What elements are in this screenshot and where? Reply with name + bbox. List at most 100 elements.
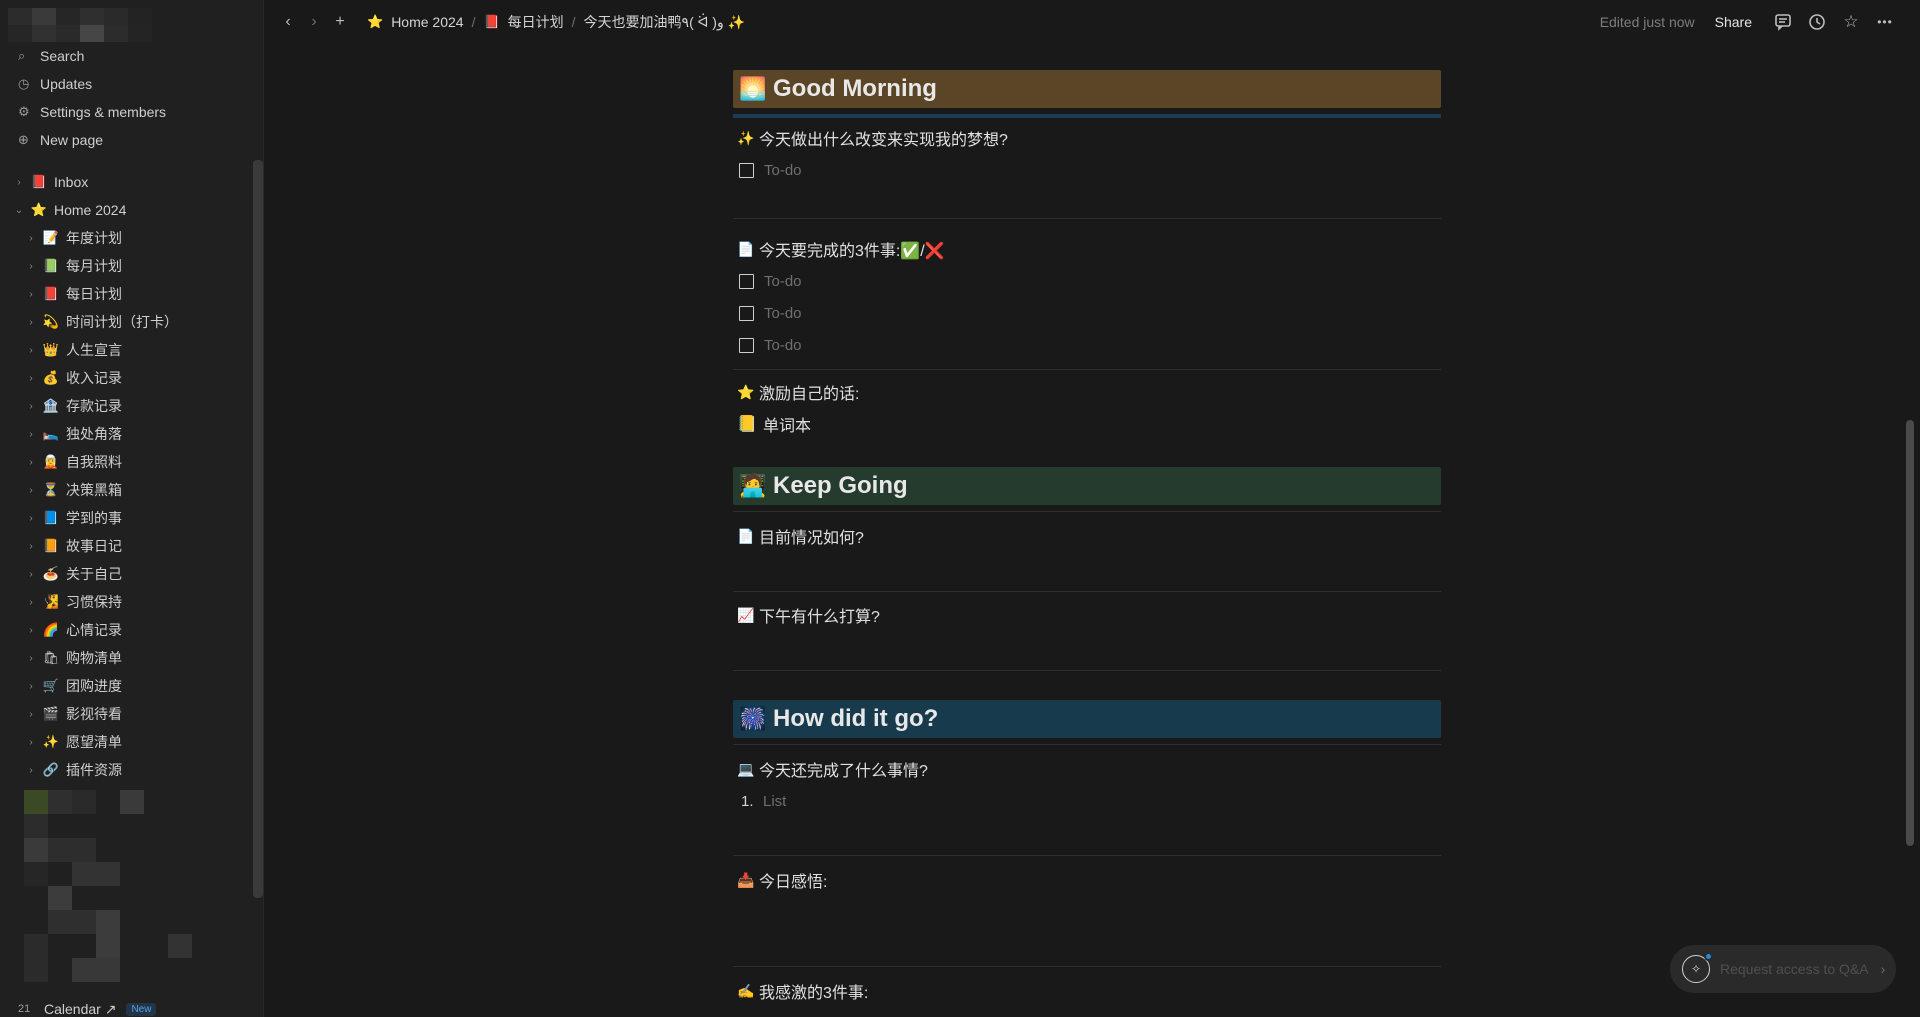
chevron-right-icon[interactable]: › <box>22 709 40 720</box>
technologist-icon: 🧑‍💻 <box>739 473 767 498</box>
clock-icon: ◷ <box>18 76 30 91</box>
checkbox[interactable] <box>739 162 754 178</box>
star-icon: ⭐ <box>30 202 48 217</box>
sidebar-subpage-item[interactable]: › 💫 时间计划（打卡） <box>8 309 248 335</box>
page-link-wordbook[interactable]: 📒 单词本 <box>737 411 811 437</box>
plus-circle-icon: ⊕ <box>18 132 29 147</box>
sidebar-new-page[interactable]: ⊕ New page <box>8 127 248 153</box>
sidebar-subpage-item[interactable]: › 📘 学到的事 <box>8 505 248 531</box>
breadcrumb-current-page[interactable]: 今天也要加油鸭٩( ᐛ )و ✨ <box>578 10 752 34</box>
chevron-right-icon[interactable]: › <box>22 485 40 496</box>
chevron-right-icon[interactable]: › <box>22 457 40 468</box>
qa-request-button[interactable]: ✧ Request access to Q&A › <box>1670 945 1896 993</box>
sidebar-calendar[interactable]: 21 Calendar ↗ New <box>8 997 248 1017</box>
chevron-right-icon[interactable]: › <box>22 597 40 608</box>
page-emoji-icon: 🌈 <box>42 622 60 637</box>
sidebar-item-inbox[interactable]: › 📕 Inbox <box>8 169 248 195</box>
sidebar-subpage-item[interactable]: › 🛍 购物清单 <box>8 645 248 671</box>
breadcrumb: ⭐ Home 2024 / 📕 每日计划 / 今天也要加油鸭٩( ᐛ )و ✨ <box>361 10 751 34</box>
chevron-right-icon[interactable]: › <box>22 373 40 384</box>
chevron-right-icon[interactable]: › <box>22 317 40 328</box>
sidebar-subpage-item[interactable]: › 🛌 独处角落 <box>8 421 248 447</box>
sidebar-subpage-item[interactable]: › 🔗 插件资源 <box>8 757 248 783</box>
sidebar-item-label: 故事日记 <box>66 538 122 554</box>
sidebar-subpage-item[interactable]: › 📙 故事日记 <box>8 533 248 559</box>
chevron-right-icon[interactable]: › <box>22 681 40 692</box>
chevron-right-icon[interactable]: › <box>22 569 40 580</box>
page-emoji-icon: 📝 <box>42 230 60 245</box>
chevron-right-icon[interactable]: › <box>22 429 40 440</box>
chevron-right-icon[interactable]: › <box>22 401 40 412</box>
sidebar-subpage-item[interactable]: › 💰 收入记录 <box>8 365 248 391</box>
chevron-right-icon[interactable]: › <box>10 177 28 188</box>
chevron-right-icon[interactable]: › <box>22 513 40 524</box>
sidebar-item-label: 每日计划 <box>66 286 122 302</box>
checkbox[interactable] <box>739 337 754 353</box>
numbered-list-item[interactable]: 1. List <box>741 789 786 813</box>
checkbox[interactable] <box>739 305 754 321</box>
sidebar-item-home-2024[interactable]: ⌄ ⭐ Home 2024 <box>8 197 248 223</box>
sidebar-subpage-item[interactable]: › 🍝 关于自己 <box>8 561 248 587</box>
sidebar-settings[interactable]: ⚙ Settings & members <box>8 99 248 125</box>
sidebar-item-label: 收入记录 <box>66 370 122 386</box>
history-icon[interactable] <box>1800 8 1834 36</box>
sidebar-subpage-item[interactable]: › ✨ 愿望清单 <box>8 729 248 755</box>
sidebar-scrollbar[interactable] <box>253 160 263 898</box>
fireworks-icon: 🎆 <box>739 706 767 731</box>
divider <box>733 114 1441 118</box>
sidebar-updates[interactable]: ◷ Updates <box>8 71 248 97</box>
question-text: 今天做出什么改变来实现我的梦想? <box>759 132 1008 149</box>
sidebar-subpage-item[interactable]: › 🌈 心情记录 <box>8 617 248 643</box>
todo-item[interactable]: To-do <box>739 269 802 293</box>
sidebar-subpage-item[interactable]: › 📝 年度计划 <box>8 225 248 251</box>
checkbox[interactable] <box>739 273 754 289</box>
share-button[interactable]: Share <box>1715 14 1752 30</box>
todo-item[interactable]: To-do <box>739 301 802 325</box>
notification-dot <box>1704 952 1713 961</box>
chevron-right-icon[interactable]: › <box>22 233 40 244</box>
sidebar-search[interactable]: ⌕ Search <box>8 43 248 69</box>
sidebar-item-label: 每月计划 <box>66 258 122 274</box>
chevron-right-icon[interactable]: › <box>22 653 40 664</box>
chevron-right-icon[interactable]: › <box>22 625 40 636</box>
page-scrollbar[interactable] <box>1906 420 1914 846</box>
laptop-icon: 💻 <box>737 760 755 777</box>
sidebar-subpage-item[interactable]: › 🏦 存款记录 <box>8 393 248 419</box>
sidebar-subpage-item[interactable]: › 📗 每月计划 <box>8 253 248 279</box>
sidebar-new-page-label: New page <box>40 132 104 148</box>
forward-icon[interactable]: › <box>301 9 327 35</box>
chevron-right-icon[interactable]: › <box>22 737 40 748</box>
add-icon[interactable]: + <box>327 9 353 35</box>
page-emoji-icon: 🛒 <box>42 678 60 693</box>
sidebar-item-label: 团购进度 <box>66 678 122 694</box>
chevron-right-icon[interactable]: › <box>22 765 40 776</box>
page-emoji-icon: 🛍 <box>42 650 60 665</box>
sidebar-subpage-item[interactable]: › ⏳ 决策黑箱 <box>8 477 248 503</box>
sidebar-subpage-item[interactable]: › 📕 每日计划 <box>8 281 248 307</box>
breadcrumb-daily-plan[interactable]: 📕 每日计划 <box>477 10 569 34</box>
ai-glyph: ✧ <box>1690 962 1702 976</box>
todo-placeholder: To-do <box>764 336 802 354</box>
more-icon[interactable]: ••• <box>1868 8 1902 36</box>
todo-item[interactable]: To-do <box>739 333 802 357</box>
chevron-right-icon[interactable]: › <box>22 261 40 272</box>
question-reflection: 📥 今日感悟: <box>737 868 827 892</box>
chevron-down-icon[interactable]: ⌄ <box>10 205 28 216</box>
todo-item[interactable]: To-do <box>739 158 802 182</box>
sidebar-subpage-item[interactable]: › 🧏 习惯保持 <box>8 589 248 615</box>
question-text: 我感激的3件事: <box>759 985 869 1002</box>
chevron-right-icon[interactable]: › <box>22 345 40 356</box>
back-icon[interactable]: ‹ <box>275 9 301 35</box>
workspace-switcher[interactable] <box>8 8 164 42</box>
sidebar-subpage-item[interactable]: › 🧝 自我照料 <box>8 449 248 475</box>
chevron-right-icon[interactable]: › <box>22 289 40 300</box>
page-icon: 📄 <box>737 527 755 544</box>
breadcrumb-home-2024[interactable]: ⭐ Home 2024 <box>361 10 470 34</box>
question-text: 今天要完成的3件事:✅/❌ <box>759 243 945 260</box>
sidebar-subpage-item[interactable]: › 👑 人生宣言 <box>8 337 248 363</box>
comment-icon[interactable] <box>1766 8 1800 36</box>
sidebar-subpage-item[interactable]: › 🛒 团购进度 <box>8 673 248 699</box>
favorite-star-icon[interactable]: ☆ <box>1834 8 1868 36</box>
chevron-right-icon[interactable]: › <box>22 541 40 552</box>
sidebar-subpage-item[interactable]: › 🎬 影视待看 <box>8 701 248 727</box>
